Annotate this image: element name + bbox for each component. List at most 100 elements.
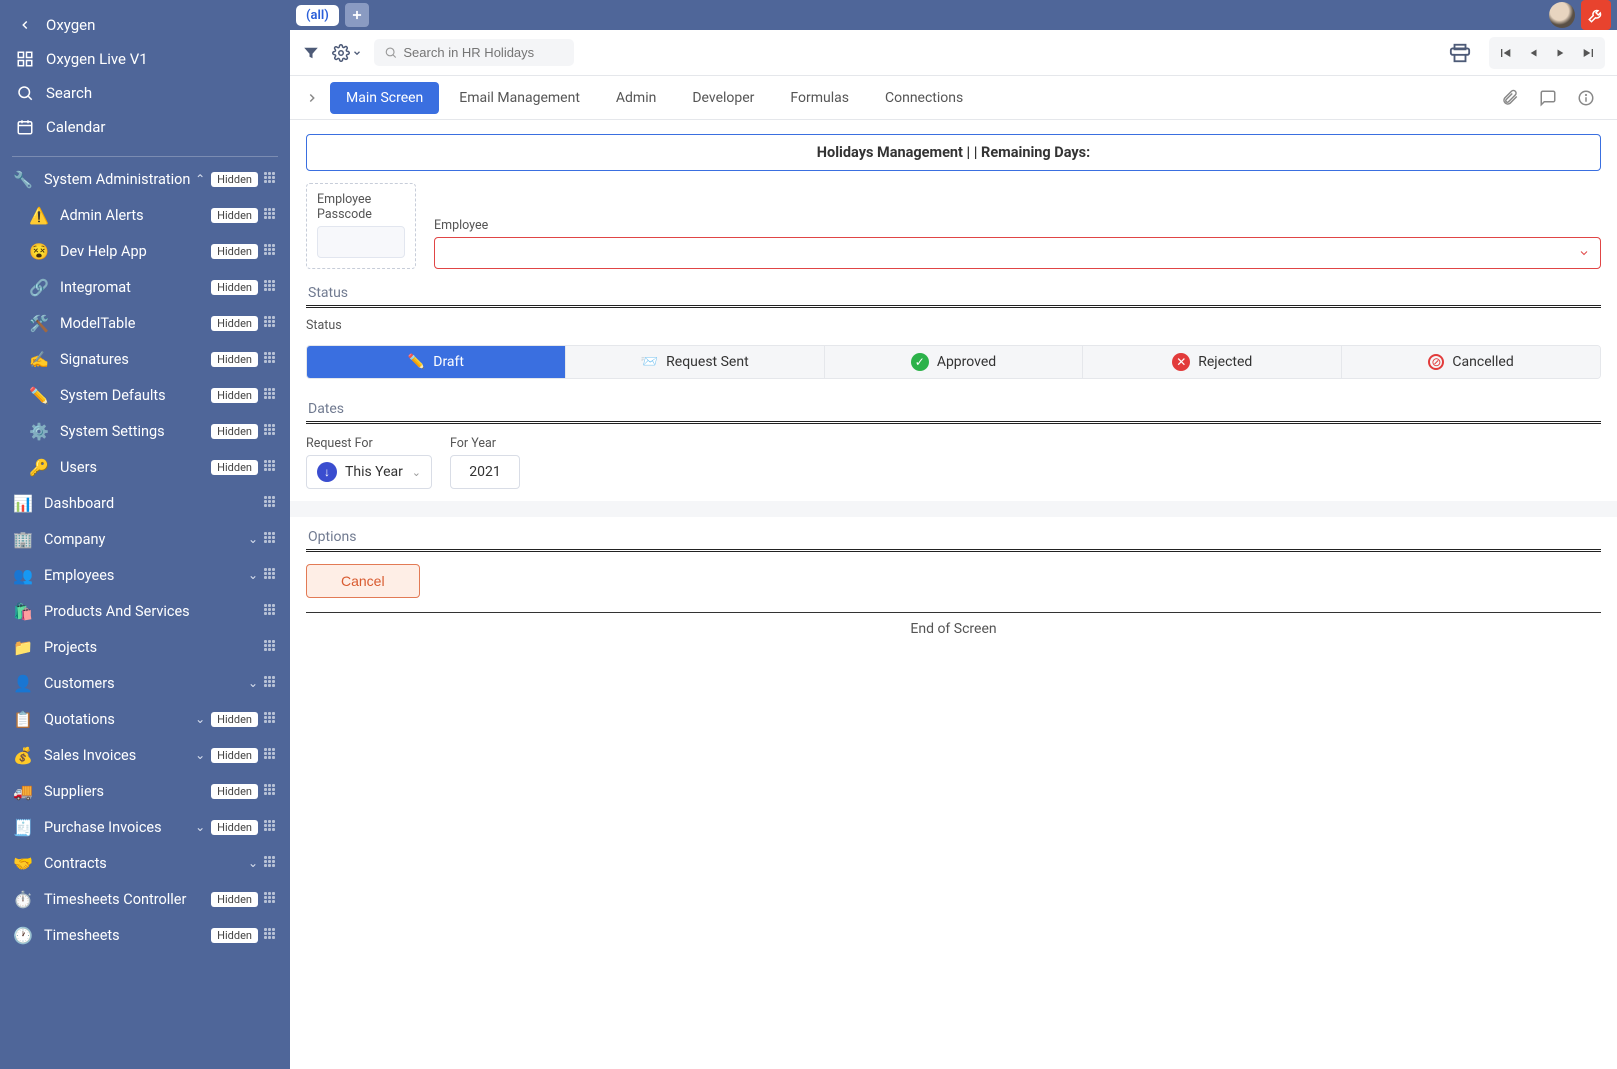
sidebar-item-system-administration[interactable]: 🔧System Administration⌃Hidden: [0, 161, 290, 197]
record-tab-all[interactable]: (all): [296, 5, 339, 26]
tab-developer[interactable]: Developer: [676, 82, 770, 114]
item-icon: 🚚: [12, 780, 34, 802]
drag-grip-icon[interactable]: [264, 640, 278, 654]
search-input[interactable]: [403, 45, 564, 60]
drag-grip-icon[interactable]: [264, 604, 278, 618]
passcode-input[interactable]: [317, 226, 405, 258]
drag-grip-icon[interactable]: [264, 244, 278, 258]
print-button[interactable]: [1449, 42, 1471, 64]
nav-calendar[interactable]: Calendar: [0, 110, 290, 144]
item-icon: 🔑: [28, 456, 50, 478]
sidebar-item-contracts[interactable]: 🤝Contracts⌄: [0, 845, 290, 881]
passcode-label: Employee Passcode: [317, 192, 405, 222]
sidebar-item-sales-invoices[interactable]: 💰Sales Invoices⌄Hidden: [0, 737, 290, 773]
sidebar-item-dev-help-app[interactable]: 😵Dev Help AppHidden: [0, 233, 290, 269]
tab-formulas[interactable]: Formulas: [774, 82, 865, 114]
add-tab-button[interactable]: [345, 3, 369, 27]
hidden-badge: Hidden: [211, 244, 258, 259]
drag-grip-icon[interactable]: [264, 460, 278, 474]
nav-live[interactable]: Oxygen Live V1: [0, 42, 290, 76]
user-avatar[interactable]: [1549, 2, 1575, 28]
chevron-down-icon: ⌄: [193, 820, 207, 834]
sidebar-item-employees[interactable]: 👥Employees⌄: [0, 557, 290, 593]
info-icon[interactable]: [1577, 89, 1595, 107]
nav-next[interactable]: [1547, 39, 1575, 67]
drag-grip-icon[interactable]: [264, 280, 278, 294]
tab-admin[interactable]: Admin: [600, 82, 672, 114]
item-icon: 😵: [28, 240, 50, 262]
back-to-app[interactable]: Oxygen: [0, 8, 290, 42]
sidebar-item-customers[interactable]: 👤Customers⌄: [0, 665, 290, 701]
drag-grip-icon[interactable]: [264, 568, 278, 582]
drag-grip-icon[interactable]: [264, 352, 278, 366]
drag-grip-icon[interactable]: [264, 892, 278, 906]
nav-search[interactable]: Search: [0, 76, 290, 110]
status-approved[interactable]: ✓ Approved: [825, 346, 1084, 378]
sidebar-item-timesheets[interactable]: 🕐TimesheetsHidden: [0, 917, 290, 953]
settings-wrench-button[interactable]: [1581, 0, 1611, 30]
drag-grip-icon[interactable]: [264, 388, 278, 402]
drag-grip-icon[interactable]: [264, 172, 278, 186]
status-segment: ✏️ Draft 📨 Request Sent ✓ Approved ✕ Rej…: [306, 345, 1601, 379]
drag-grip-icon[interactable]: [264, 676, 278, 690]
comments-icon[interactable]: [1539, 89, 1557, 107]
drag-grip-icon[interactable]: [264, 820, 278, 834]
filter-button[interactable]: [302, 44, 320, 62]
drag-grip-icon[interactable]: [264, 712, 278, 726]
employee-select[interactable]: [434, 237, 1601, 269]
tab-email-management[interactable]: Email Management: [443, 82, 596, 114]
status-cancelled[interactable]: ⊘ Cancelled: [1342, 346, 1600, 378]
hidden-badge: Hidden: [211, 316, 258, 331]
sidebar-item-label: Suppliers: [44, 783, 211, 800]
sidebar-item-purchase-invoices[interactable]: 🧾Purchase Invoices⌄Hidden: [0, 809, 290, 845]
sidebar-item-system-settings[interactable]: ⚙️System SettingsHidden: [0, 413, 290, 449]
attachments-icon[interactable]: [1501, 89, 1519, 107]
main-area: (all): [290, 0, 1617, 1069]
drag-grip-icon[interactable]: [264, 748, 278, 762]
request-for-select[interactable]: ↓ This Year ⌄: [306, 455, 432, 489]
drag-grip-icon[interactable]: [264, 928, 278, 942]
nav-prev[interactable]: [1519, 39, 1547, 67]
sidebar-item-signatures[interactable]: ✍️SignaturesHidden: [0, 341, 290, 377]
sidebar-item-system-defaults[interactable]: ✏️System DefaultsHidden: [0, 377, 290, 413]
tab-connections[interactable]: Connections: [869, 82, 979, 114]
sidebar-item-quotations[interactable]: 📋Quotations⌄Hidden: [0, 701, 290, 737]
drag-grip-icon[interactable]: [264, 784, 278, 798]
drag-grip-icon[interactable]: [264, 856, 278, 870]
sidebar-item-modeltable[interactable]: 🛠️ModelTableHidden: [0, 305, 290, 341]
tab-main-screen[interactable]: Main Screen: [330, 82, 439, 114]
item-icon: 📋: [12, 708, 34, 730]
drag-grip-icon[interactable]: [264, 424, 278, 438]
chevron-left-icon: [14, 18, 36, 32]
cancel-button[interactable]: Cancel: [306, 564, 420, 598]
hidden-badge: Hidden: [211, 784, 258, 799]
for-year-input[interactable]: 2021: [450, 455, 520, 489]
drag-grip-icon[interactable]: [264, 532, 278, 546]
sidebar-item-timesheets-controller[interactable]: ⏱️Timesheets ControllerHidden: [0, 881, 290, 917]
gear-dropdown[interactable]: [332, 44, 362, 62]
search-icon: [14, 84, 36, 102]
chevron-down-icon: ⌄: [246, 568, 260, 582]
sidebar-item-company[interactable]: 🏢Company⌄: [0, 521, 290, 557]
status-rejected[interactable]: ✕ Rejected: [1083, 346, 1342, 378]
sidebar-item-suppliers[interactable]: 🚚 SuppliersHidden: [0, 773, 290, 809]
status-request-sent[interactable]: 📨 Request Sent: [566, 346, 825, 378]
sidebar-item-admin-alerts[interactable]: ⚠️Admin AlertsHidden: [0, 197, 290, 233]
sidebar-item-projects[interactable]: 📁Projects: [0, 629, 290, 665]
search-box[interactable]: [374, 39, 574, 66]
sidebar-item-dashboard[interactable]: 📊Dashboard: [0, 485, 290, 521]
sidebar-item-products-and-services[interactable]: 🛍️Products And Services: [0, 593, 290, 629]
expand-tabs-icon[interactable]: [298, 91, 326, 105]
nav-last[interactable]: [1575, 39, 1603, 67]
nav-first[interactable]: [1491, 39, 1519, 67]
hidden-badge: Hidden: [211, 892, 258, 907]
drag-grip-icon[interactable]: [264, 316, 278, 330]
item-icon: ⚙️: [28, 420, 50, 442]
status-draft[interactable]: ✏️ Draft: [307, 346, 566, 378]
sidebar-item-users[interactable]: 🔑UsersHidden: [0, 449, 290, 485]
nav-label: Calendar: [46, 118, 106, 136]
item-icon: 👥: [12, 564, 34, 586]
sidebar-item-integromat[interactable]: 🔗IntegromatHidden: [0, 269, 290, 305]
drag-grip-icon[interactable]: [264, 496, 278, 510]
drag-grip-icon[interactable]: [264, 208, 278, 222]
